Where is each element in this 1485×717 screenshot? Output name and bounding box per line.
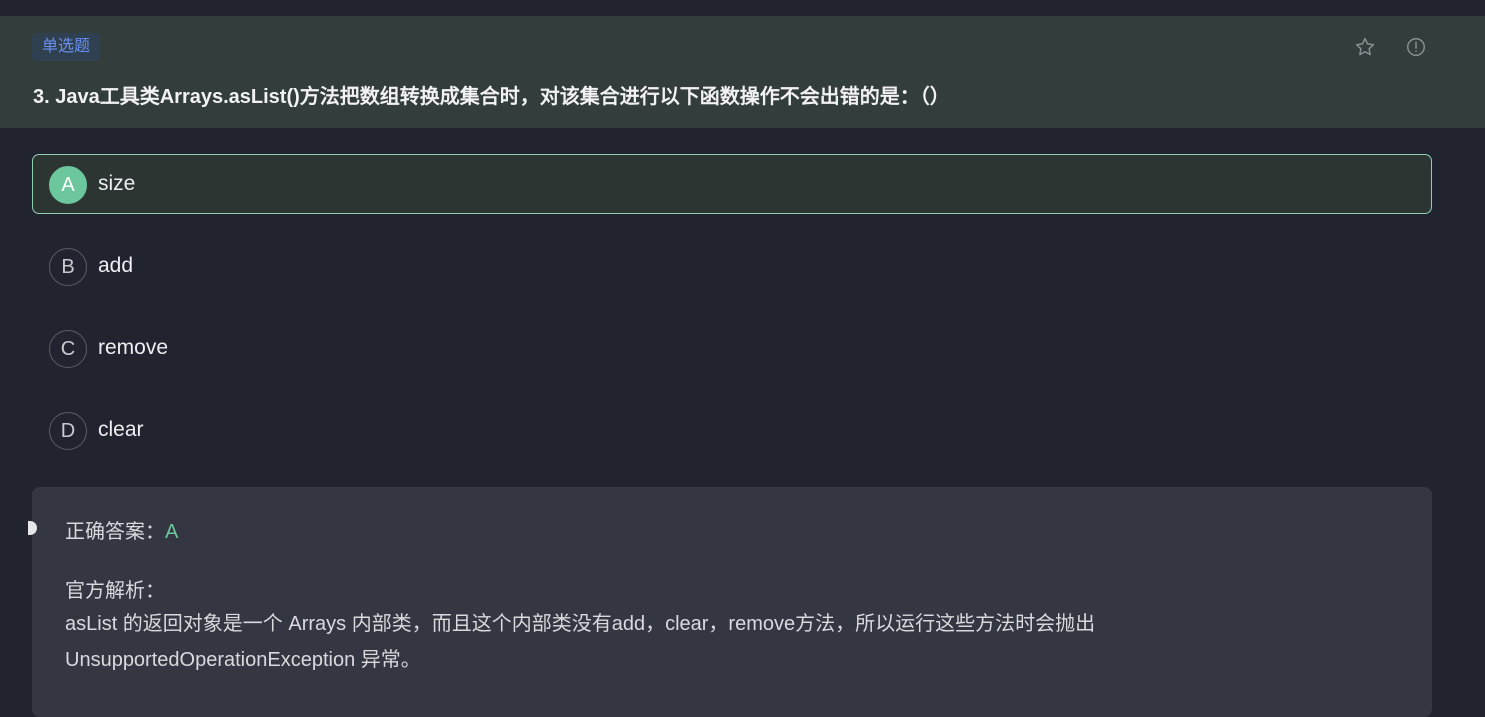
options-list: A size B add C remove D clear <box>32 154 1432 482</box>
timeline-dot-icon <box>28 521 37 535</box>
analysis-text: asList 的返回对象是一个 Arrays 内部类，而且这个内部类没有add，… <box>65 613 1096 671</box>
explanation-panel: 正确答案：A 官方解析： asList 的返回对象是一个 Arrays 内部类，… <box>28 487 1432 717</box>
exclamation-circle-icon[interactable] <box>1405 36 1427 58</box>
top-strip <box>0 0 1485 16</box>
question-title: 3. Java工具类Arrays.asList()方法把数组转换成集合时，对该集… <box>33 86 950 108</box>
option-a[interactable]: A size <box>32 154 1432 214</box>
correct-answer-value: A <box>165 521 179 543</box>
option-d[interactable]: D clear <box>32 400 1432 460</box>
option-letter: B <box>49 248 87 286</box>
option-c[interactable]: C remove <box>32 318 1432 378</box>
option-b[interactable]: B add <box>32 236 1432 296</box>
star-icon[interactable] <box>1354 36 1376 58</box>
option-text: size <box>98 172 136 195</box>
option-text: remove <box>98 336 169 359</box>
correct-answer: 正确答案：A <box>65 515 178 544</box>
correct-answer-label: 正确答案： <box>65 521 165 543</box>
option-text: add <box>98 254 134 277</box>
option-letter: D <box>49 412 87 450</box>
option-letter: A <box>49 166 87 204</box>
question-header: 单选题 3. Java工具类Arrays.asList()方法把数组转换成集合时… <box>0 16 1485 128</box>
analysis-label: 官方解析： <box>65 580 165 602</box>
option-text: clear <box>98 418 144 441</box>
question-type-badge: 单选题 <box>32 33 101 61</box>
option-letter: C <box>49 330 87 368</box>
